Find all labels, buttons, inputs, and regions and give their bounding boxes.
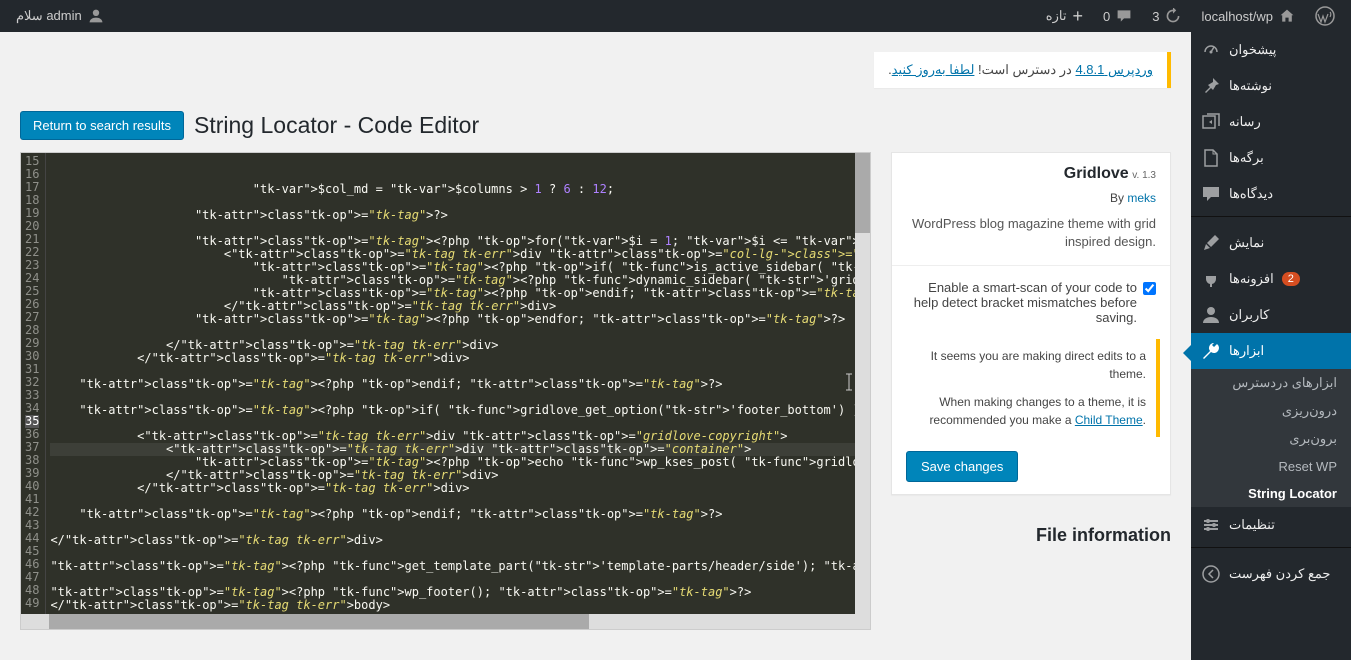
collapse-icon <box>1201 564 1221 584</box>
submenu-item[interactable]: Reset WP <box>1191 453 1351 480</box>
sidebar-item-label: پیشخوان <box>1229 42 1276 58</box>
smartscan-checkbox[interactable] <box>1143 282 1156 295</box>
dashboard-icon <box>1201 40 1221 60</box>
page-icon <box>1201 148 1221 168</box>
direct-edit-warning: It seems you are making direct edits to … <box>902 339 1160 437</box>
comments-count[interactable]: 0 <box>1095 0 1140 32</box>
sidebar-item-label: نمایش <box>1229 235 1264 251</box>
update-action-link[interactable]: لطفا به‌روز کنید <box>892 62 975 77</box>
wrench-icon <box>1201 341 1221 361</box>
admin-bar: سلام admin تازه + 0 3 localhost/wp <box>0 0 1351 32</box>
horizontal-scrollbar[interactable] <box>21 614 870 629</box>
file-information-heading: File information <box>891 515 1171 556</box>
smartscan-label: Enable a smart-scan of your code to help… <box>906 280 1137 325</box>
wordpress-icon <box>1315 6 1335 26</box>
updates-count[interactable]: 3 <box>1144 0 1189 32</box>
site-link[interactable]: localhost/wp <box>1193 0 1303 32</box>
sidebar-item-label: برگه‌ها <box>1229 150 1264 166</box>
line-gutter: 1516171819202122232425262728293031323334… <box>21 153 46 629</box>
submenu-item[interactable]: درون‌ریزی <box>1191 397 1351 425</box>
sidebar-item-plug[interactable]: 2 افزونه‌ها <box>1191 261 1351 297</box>
media-icon <box>1201 112 1221 132</box>
sidebar-item-label: جمع کردن فهرست <box>1229 566 1330 582</box>
sidebar-item-brush[interactable]: نمایش <box>1191 225 1351 261</box>
sidebar-item-label: افزونه‌ها <box>1229 271 1274 287</box>
sidebar-item-settings[interactable]: تنظیمات <box>1191 507 1351 543</box>
sidebar-item-label: رسانه <box>1229 114 1261 130</box>
home-icon <box>1279 8 1295 24</box>
sidebar-item-page[interactable]: برگه‌ها <box>1191 140 1351 176</box>
sidebar-item-label: تنظیمات <box>1229 517 1275 533</box>
sidebar-item-label: کاربران <box>1229 307 1269 323</box>
user-icon <box>88 8 104 24</box>
theme-version: v. 1.3 <box>1132 170 1156 181</box>
theme-author-link[interactable]: meks <box>1127 191 1156 205</box>
sidebar-item-label: دیدگاه‌ها <box>1229 186 1273 202</box>
submenu-item[interactable]: برون‌بری <box>1191 425 1351 453</box>
plug-icon <box>1201 269 1221 289</box>
code-area[interactable]: "tk-var">$col_md = "tk-var">$columns > 1… <box>46 153 870 629</box>
page-title: String Locator - Code Editor <box>194 112 479 139</box>
settings-icon <box>1201 515 1221 535</box>
update-nag: وردپرس 4.8.1 در دسترس است! لطفا به‌روز ک… <box>874 52 1171 88</box>
sidebar-item-wrench[interactable]: ابزارها <box>1191 333 1351 369</box>
brush-icon <box>1201 233 1221 253</box>
sidebar-item-user[interactable]: کاربران <box>1191 297 1351 333</box>
sidebar-item-label: نوشته‌ها <box>1229 78 1272 94</box>
user-icon <box>1201 305 1221 325</box>
pin-icon <box>1201 76 1221 96</box>
theme-description: WordPress blog magazine theme with grid … <box>906 215 1156 251</box>
badge: 2 <box>1282 272 1300 286</box>
child-theme-link[interactable]: Child Theme <box>1075 413 1143 427</box>
comment-icon <box>1201 184 1221 204</box>
greeting[interactable]: سلام admin <box>8 0 112 32</box>
new-content[interactable]: تازه + <box>1038 0 1091 32</box>
theme-info-box: Gridlove v. 1.3 By meks WordPress blog m… <box>891 152 1171 495</box>
sidebar-item-pin[interactable]: نوشته‌ها <box>1191 68 1351 104</box>
code-editor[interactable]: 1516171819202122232425262728293031323334… <box>20 152 871 630</box>
sidebar-item-media[interactable]: رسانه <box>1191 104 1351 140</box>
main-content: وردپرس 4.8.1 در دسترس است! لطفا به‌روز ک… <box>0 32 1191 660</box>
sidebar-item-label: ابزارها <box>1229 343 1264 359</box>
sidebar-item-collapse[interactable]: جمع کردن فهرست <box>1191 556 1351 592</box>
comment-icon <box>1116 8 1132 24</box>
submenu: ابزارهای دردسترسدرون‌ریزیبرون‌بریReset W… <box>1191 369 1351 507</box>
wp-logo[interactable] <box>1307 0 1343 32</box>
update-icon <box>1165 8 1181 24</box>
sidebar-item-comment[interactable]: دیدگاه‌ها <box>1191 176 1351 212</box>
submenu-item[interactable]: String Locator <box>1191 480 1351 507</box>
admin-sidebar: پیشخوان نوشته‌ها رسانه برگه‌ها دیدگاه‌ها نمای… <box>1191 32 1351 660</box>
return-to-results-button[interactable]: Return to search results <box>20 111 184 140</box>
vertical-scrollbar[interactable] <box>855 153 870 614</box>
submenu-item[interactable]: ابزارهای دردسترس <box>1191 369 1351 397</box>
update-version-link[interactable]: وردپرس 4.8.1 <box>1075 62 1153 77</box>
sidebar-item-dashboard[interactable]: پیشخوان <box>1191 32 1351 68</box>
save-changes-button[interactable]: Save changes <box>906 451 1018 482</box>
theme-name: Gridlove <box>1064 165 1129 182</box>
